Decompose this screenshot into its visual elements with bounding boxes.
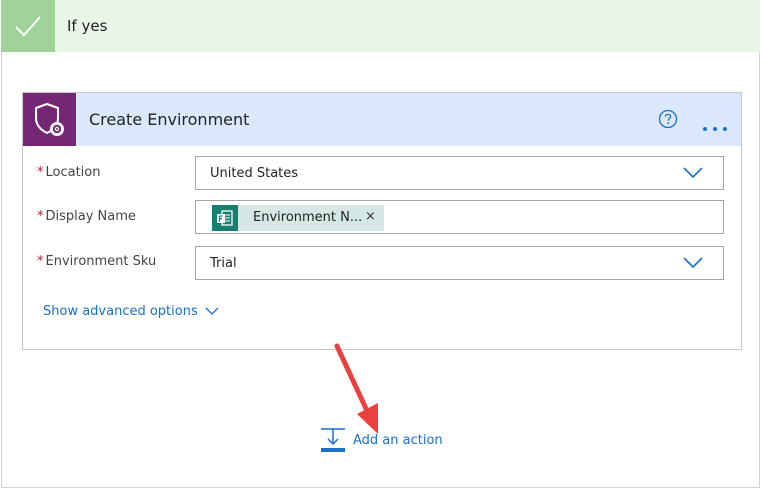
branch-title: If yes [67,17,108,35]
display-name-label-text: Display Name [45,209,136,224]
location-label: * Location [37,164,100,182]
help-circle-icon[interactable] [658,109,678,129]
ellipsis-icon[interactable] [702,117,728,131]
environment-sku-dropdown[interactable]: Trial [195,246,724,280]
required-marker: * [37,165,44,180]
display-name-label: * Display Name [37,208,136,226]
location-value: United States [210,166,299,181]
token-remove-button[interactable]: × [365,208,376,226]
add-an-action-button[interactable]: Add an action [320,427,450,453]
if-yes-branch-header[interactable]: If yes [1,0,760,52]
add-action-icon [321,428,345,452]
action-card-title: Create Environment [89,110,250,129]
chevron-down-icon [683,257,703,269]
add-an-action-label: Add an action [353,433,443,448]
action-card-header[interactable]: Create Environment [23,93,741,146]
environment-sku-label: * Environment Sku [37,253,156,271]
required-marker: * [37,254,44,269]
required-marker: * [37,209,44,224]
flow-canvas: If yes Create Environment * Location Uni… [0,0,761,490]
chevron-down-icon[interactable] [205,307,219,315]
show-advanced-options-link[interactable]: Show advanced options [43,303,198,321]
shield-gear-icon [23,93,76,146]
forms-icon [212,205,238,231]
token-label: Environment N... [253,210,363,225]
chevron-down-icon [683,167,703,179]
create-environment-action-card: Create Environment * Location United Sta… [22,92,742,350]
checkmark-icon [1,0,55,52]
location-label-text: Location [45,165,101,180]
dynamic-content-token[interactable]: Environment N... × [212,205,384,231]
display-name-field[interactable]: Environment N... × [195,200,724,234]
environment-sku-label-text: Environment Sku [45,254,157,269]
environment-sku-value: Trial [210,256,237,271]
location-dropdown[interactable]: United States [195,156,724,190]
